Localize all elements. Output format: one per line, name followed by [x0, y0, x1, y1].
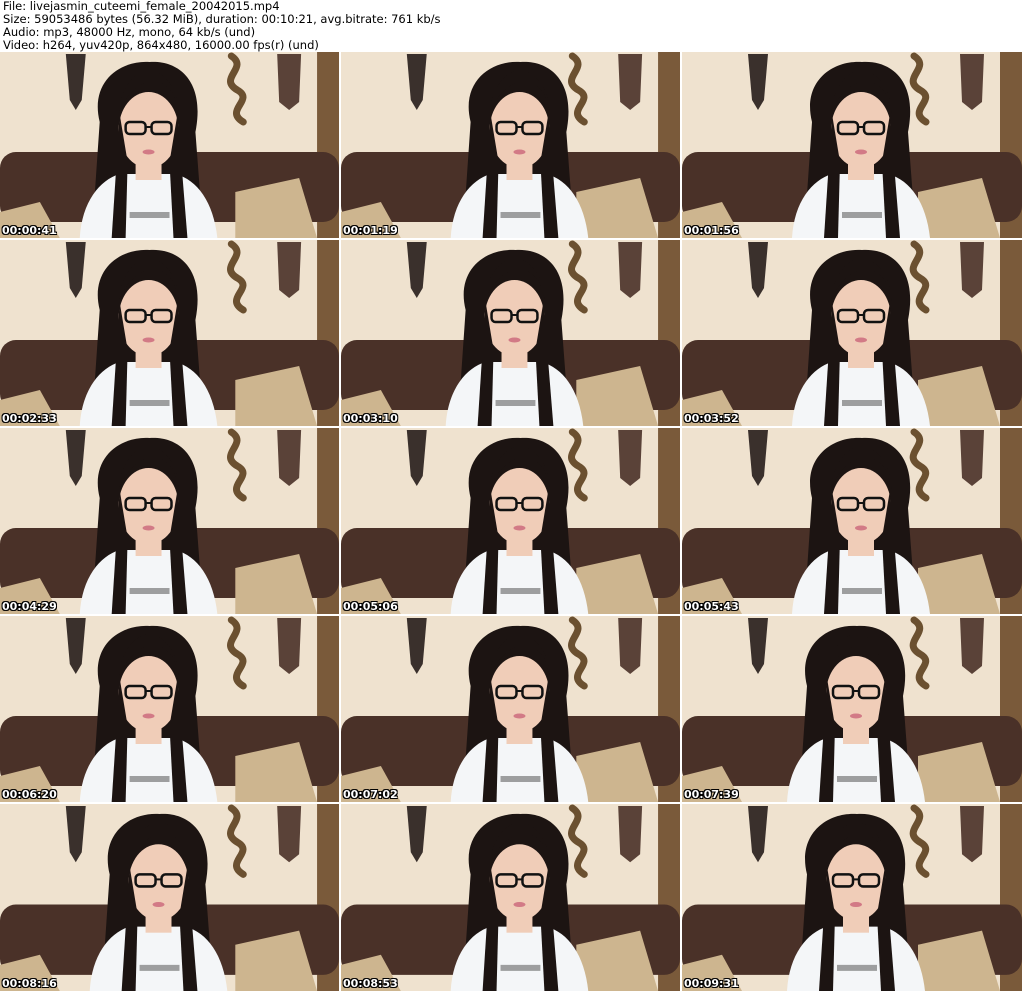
- timestamp: 00:01:56: [684, 224, 739, 237]
- webcam-frame-image: [341, 52, 680, 238]
- thumbnail[interactable]: 00:04:29: [0, 428, 339, 614]
- webcam-frame-image: [682, 240, 1022, 426]
- wall-mask-right: [960, 618, 984, 674]
- thumbnail[interactable]: 00:05:43: [682, 428, 1022, 614]
- wall-mask-right: [618, 54, 643, 110]
- timestamp: 00:08:53: [343, 977, 398, 990]
- thumbnail[interactable]: 00:07:02: [341, 616, 680, 802]
- thumbnail[interactable]: 00:02:33: [0, 240, 339, 426]
- thumbnail[interactable]: 00:00:41: [0, 52, 339, 238]
- wall-mask-right: [618, 430, 643, 486]
- wall-mask-right: [618, 242, 643, 298]
- thumbnail[interactable]: 00:06:20: [0, 616, 339, 802]
- wall-mask-right: [960, 54, 984, 110]
- thumbnail[interactable]: 00:08:53: [341, 804, 680, 991]
- thumbnail[interactable]: 00:01:56: [682, 52, 1022, 238]
- timestamp: 00:04:29: [2, 600, 57, 613]
- timestamp: 00:07:02: [343, 788, 398, 801]
- webcam-frame-image: [341, 616, 680, 802]
- thumbnail[interactable]: 00:03:52: [682, 240, 1022, 426]
- wall-mask-right: [618, 806, 643, 863]
- timestamp: 00:03:10: [343, 412, 398, 425]
- webcam-frame-image: [682, 616, 1022, 802]
- webcam-frame-image: [0, 52, 339, 238]
- webcam-frame-image: [341, 240, 680, 426]
- timestamp: 00:07:39: [684, 788, 739, 801]
- wall-mask-right: [960, 242, 984, 298]
- thumbnail[interactable]: 00:07:39: [682, 616, 1022, 802]
- wall-mask-right: [960, 806, 984, 863]
- timestamp: 00:01:19: [343, 224, 398, 237]
- wall-mask-right: [277, 242, 302, 298]
- webcam-frame-image: [0, 804, 339, 991]
- webcam-frame-image: [341, 804, 680, 991]
- thumbnail[interactable]: 00:05:06: [341, 428, 680, 614]
- wall-mask-right: [960, 430, 984, 486]
- webcam-frame-image: [0, 616, 339, 802]
- thumbnail[interactable]: 00:08:16: [0, 804, 339, 991]
- webcam-frame-image: [682, 804, 1022, 991]
- webcam-frame-image: [682, 52, 1022, 238]
- video-info-line: Video: h264, yuv420p, 864x480, 16000.00 …: [3, 38, 319, 52]
- webcam-frame-image: [682, 428, 1022, 614]
- wall-mask-right: [277, 430, 302, 486]
- timestamp: 00:08:16: [2, 977, 57, 990]
- timestamp: 00:05:43: [684, 600, 739, 613]
- timestamp: 00:09:31: [684, 977, 739, 990]
- thumbnail[interactable]: 00:03:10: [341, 240, 680, 426]
- timestamp: 00:02:33: [2, 412, 57, 425]
- file-info: File: livejasmin_cuteemi_female_20042015…: [3, 0, 441, 52]
- wall-mask-right: [277, 618, 302, 674]
- timestamp: 00:06:20: [2, 788, 57, 801]
- timestamp: 00:05:06: [343, 600, 398, 613]
- thumbnail[interactable]: 00:09:31: [682, 804, 1022, 991]
- thumbnail[interactable]: 00:01:19: [341, 52, 680, 238]
- wall-mask-right: [618, 618, 643, 674]
- wall-mask-right: [277, 806, 302, 863]
- webcam-frame-image: [0, 428, 339, 614]
- webcam-frame-image: [0, 240, 339, 426]
- wall-mask-right: [277, 54, 302, 110]
- timestamp: 00:03:52: [684, 412, 739, 425]
- thumbnail-grid: 00:00:41 00:01:19 00:01:56 00:02:33 00:0…: [0, 52, 1024, 991]
- webcam-frame-image: [341, 428, 680, 614]
- timestamp: 00:00:41: [2, 224, 57, 237]
